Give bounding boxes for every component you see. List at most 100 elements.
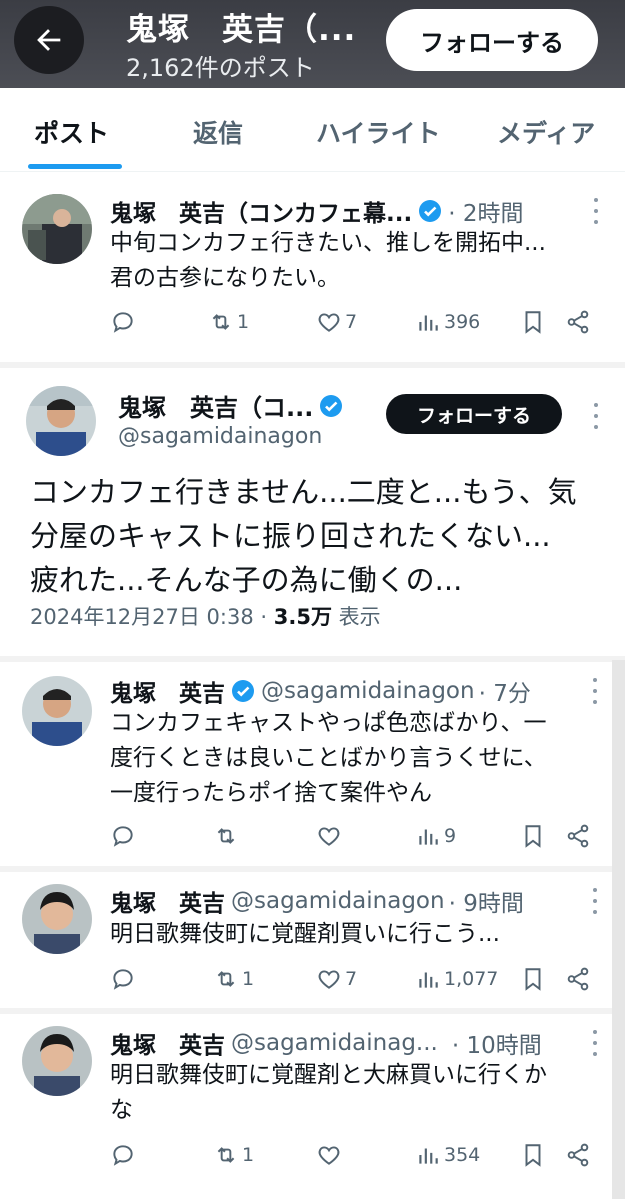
post-text: コンカフェキャストやっぱ色恋ばかり、一 度行くときは良いことばかり言うくせに、 … — [110, 710, 547, 806]
author-handle[interactable]: @sagamidainagon — [231, 888, 445, 914]
bookmark-button[interactable] — [520, 823, 546, 849]
header-display-name: 鬼塚 英吉（... — [126, 12, 357, 48]
background-strip — [612, 660, 625, 1199]
verified-badge-icon — [419, 200, 442, 222]
more-options-icon[interactable] — [592, 1030, 598, 1056]
bookmark-button[interactable] — [520, 966, 546, 992]
views-button[interactable]: 9 — [415, 823, 456, 849]
post-time: · 10時間 — [451, 1033, 542, 1059]
author-name[interactable]: 鬼塚 英吉 — [110, 884, 225, 918]
reply-button[interactable] — [110, 966, 139, 992]
post-time: · 2時間 — [448, 201, 524, 227]
verified-badge-icon — [320, 394, 343, 417]
like-button[interactable]: 7 — [316, 309, 357, 335]
views-chart-icon — [419, 1148, 438, 1164]
share-button[interactable] — [565, 966, 591, 992]
view-count: 354 — [444, 1144, 481, 1166]
profile-header: 鬼塚 英吉（... 2,162件のポスト フォローする — [0, 0, 625, 88]
views-chart-icon — [419, 315, 438, 331]
share-button[interactable] — [565, 309, 591, 335]
post-meta: 2024年12月27日 0:38 · 3.5万 表示 — [30, 605, 381, 629]
reply-button[interactable] — [110, 309, 139, 335]
view-count: 396 — [444, 311, 481, 333]
views-button[interactable]: 396 — [415, 309, 480, 335]
post-item[interactable]: 鬼塚 英吉 @sagamidainagon · 9時間 明日歌舞伎町に覚醒剤買い… — [0, 872, 612, 1008]
profile-tabs: ポスト 返信 ハイライト メディア — [0, 88, 625, 172]
views-button[interactable]: 354 — [415, 1142, 480, 1168]
view-count: 1,077 — [444, 968, 499, 990]
post-item[interactable]: 鬼塚 英吉 @sagamidainag... · 10時間 明日歌舞伎町に覚醒剤… — [0, 1014, 612, 1199]
like-count: 7 — [345, 968, 358, 990]
share-icon — [567, 310, 589, 334]
header-post-count: 2,162件のポスト — [126, 54, 315, 82]
author-name[interactable]: 鬼塚 英吉 — [110, 674, 225, 708]
bookmark-icon — [525, 311, 541, 334]
avatar[interactable] — [22, 884, 92, 954]
repost-button[interactable]: 1 — [213, 1142, 254, 1168]
post-actions: 9 — [110, 823, 610, 853]
reply-icon — [113, 826, 133, 847]
bookmark-button[interactable] — [520, 309, 546, 335]
post-text: 中旬コンカフェ行きたい、推しを開拓中... 君の古参になりたい。 — [110, 230, 546, 291]
post-text: 明日歌舞伎町に覚醒剤買いに行こう... — [110, 921, 500, 947]
share-button[interactable] — [565, 823, 591, 849]
author-name[interactable]: 鬼塚 英吉（コ... — [118, 388, 313, 423]
repost-icon — [212, 314, 230, 330]
author-name[interactable]: 鬼塚 英吉（コンカフェ幕... — [110, 194, 412, 228]
avatar[interactable] — [22, 676, 92, 746]
repost-icon — [217, 971, 235, 987]
header-follow-button[interactable]: フォローする — [386, 9, 598, 71]
heart-icon — [318, 827, 340, 846]
avatar[interactable] — [22, 1026, 92, 1096]
share-icon — [567, 1143, 589, 1167]
view-count: 9 — [444, 825, 457, 847]
share-button[interactable] — [565, 1142, 591, 1168]
bookmark-icon — [525, 1144, 541, 1167]
tab-highlights[interactable]: ハイライト — [316, 114, 441, 150]
verified-badge-icon — [232, 680, 254, 702]
heart-icon — [318, 1146, 340, 1165]
author-handle[interactable]: @sagamidainagon — [261, 678, 475, 704]
share-icon — [567, 824, 589, 848]
tab-posts[interactable]: ポスト — [34, 114, 109, 150]
view-count: 3.5万 — [273, 605, 332, 629]
reply-button[interactable] — [110, 1142, 139, 1168]
author-handle[interactable]: @sagamidainagon — [118, 424, 322, 449]
bookmark-icon — [525, 968, 541, 991]
more-options-icon[interactable] — [593, 198, 599, 224]
post-item[interactable]: 鬼塚 英吉 @sagamidainagon · 7分 コンカフェキャストやっぱ色… — [0, 662, 612, 866]
avatar[interactable] — [26, 386, 96, 456]
more-options-icon[interactable] — [592, 888, 598, 914]
repost-count: 1 — [242, 1144, 255, 1166]
repost-count: 1 — [237, 311, 250, 333]
arrow-left-icon — [37, 29, 61, 51]
repost-count: 1 — [242, 968, 255, 990]
like-button[interactable] — [316, 1142, 345, 1168]
post-time: · 7分 — [478, 681, 531, 707]
like-button[interactable] — [316, 823, 345, 849]
heart-icon — [318, 313, 340, 332]
follow-button[interactable]: フォローする — [386, 394, 562, 434]
avatar[interactable] — [22, 194, 92, 264]
tab-replies[interactable]: 返信 — [193, 114, 243, 150]
repost-button[interactable] — [213, 823, 242, 849]
repost-button[interactable]: 1 — [213, 966, 254, 992]
post-text: 明日歌舞伎町に覚醒剤と大麻買いに行くか な — [110, 1062, 547, 1123]
author-handle[interactable]: @sagamidainag... — [231, 1030, 438, 1056]
like-button[interactable]: 7 — [316, 966, 357, 992]
bookmark-button[interactable] — [520, 1142, 546, 1168]
reply-icon — [113, 1145, 133, 1166]
post-item[interactable]: 鬼塚 英吉（コンカフェ幕... · 2時間 中旬コンカフェ行きたい、推しを開拓中… — [0, 172, 625, 362]
back-button[interactable] — [14, 6, 84, 74]
more-options-icon[interactable] — [593, 403, 599, 429]
more-options-icon[interactable] — [592, 678, 598, 704]
repost-icon — [217, 828, 235, 844]
tab-media[interactable]: メディア — [497, 114, 595, 150]
bookmark-icon — [525, 825, 541, 848]
reply-button[interactable] — [110, 823, 139, 849]
like-count: 7 — [345, 311, 358, 333]
views-button[interactable]: 1,077 — [415, 966, 498, 992]
post-actions: 1 7 1,077 — [110, 966, 610, 996]
repost-button[interactable]: 1 — [208, 309, 249, 335]
author-name[interactable]: 鬼塚 英吉 — [110, 1026, 225, 1060]
